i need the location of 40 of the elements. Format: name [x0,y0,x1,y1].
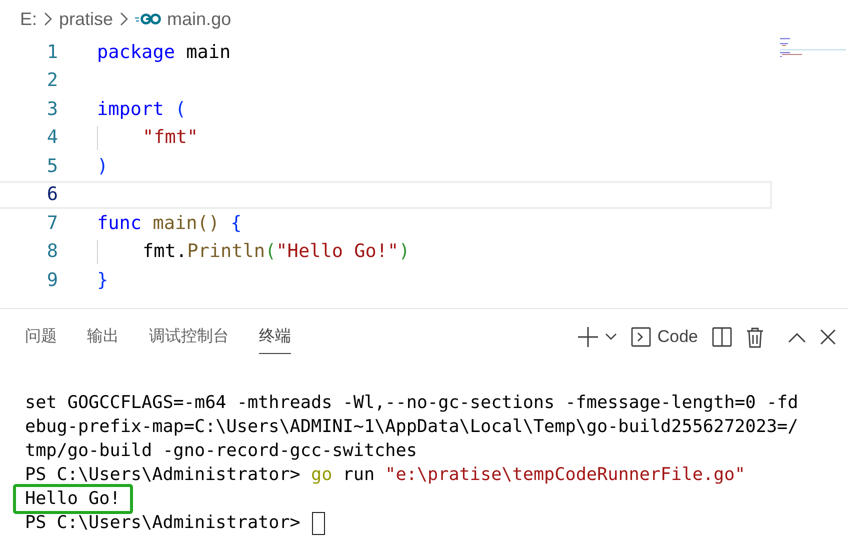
split-icon[interactable] [712,327,732,347]
line-number: 2 [46,70,59,92]
plus-icon[interactable] [577,326,600,348]
terminal-output: set GOGCCFLAGS=-m64 -mthreads -Wl,--no-gc-sections -fmessage-length=0 -fd [25,393,798,413]
code-line: import ( [97,98,186,120]
code-line: func main() { [97,212,242,234]
chevron-right-icon [119,11,130,27]
breadcrumb-item[interactable]: pratise [59,8,114,30]
line-number: 8 [46,241,59,262]
breadcrumb-item[interactable]: main.go [167,8,232,30]
terminal-output: tmp/go-build -gno-record-gcc-switches [25,441,417,461]
close-icon[interactable] [820,329,836,345]
breadcrumb-item[interactable]: E: [20,8,38,30]
line-number: 4 [46,127,59,148]
code-line: "fmt" [142,127,198,148]
terminal-output: Hello Go! [25,489,120,509]
go-file-icon [135,13,162,25]
chevron-right-icon [43,11,54,27]
code-line: ) [97,156,108,177]
panel-tab[interactable]: 输出 [87,320,119,354]
chevron-up-icon[interactable] [788,332,806,342]
panel-tab[interactable]: 问题 [25,320,57,354]
terminal-selector[interactable]: Code [631,327,698,347]
line-number: 9 [46,270,59,291]
panel-tab[interactable]: 调试控制台 [149,320,229,354]
line-number: 6 [46,184,59,206]
code-line: fmt.Println("Hello Go!") [142,241,410,262]
line-number: 7 [46,212,59,234]
code-line: package main [97,42,231,63]
line-number: 5 [46,156,59,177]
terminal-output: PS C:\Users\Administrator> [25,513,302,533]
line-number: 3 [46,98,59,120]
code-line: } [97,270,108,291]
chevron-down-icon[interactable] [605,333,618,341]
terminal-output: ebug-prefix-map=C:\Users\ADMINI~1\AppData\Local\Temp\go-build2556272023=/ [25,417,798,437]
line-number: 1 [46,42,59,63]
panel-tab[interactable]: 终端 [259,320,291,354]
terminal-output: PS C:\Users\Administrator> go run "e:\pratise\tempCodeRunnerFile.go" [25,465,746,485]
terminal-icon [631,327,652,347]
trash-icon[interactable] [746,326,764,348]
